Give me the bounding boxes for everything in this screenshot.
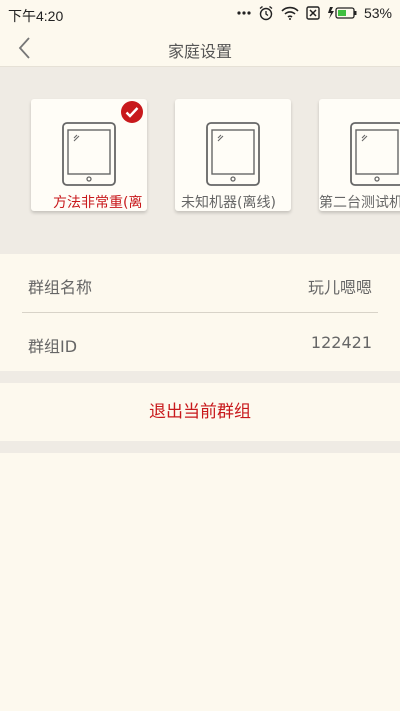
group-id-row: 群组ID 122421 (22, 313, 378, 371)
device-name: 第二台测试机 (319, 195, 400, 211)
status-bar: 下午4:20 53% (0, 0, 400, 30)
device-card[interactable]: 未知机器(离线) (175, 99, 291, 211)
device-card[interactable]: 第二台测试机 (319, 99, 400, 211)
wifi-icon (281, 6, 299, 20)
group-info-section: 群组名称 玩儿嗯嗯 群组ID 122421 (0, 254, 400, 371)
section-separator (0, 371, 400, 383)
group-name-value: 玩儿嗯嗯 (307, 278, 372, 297)
device-name: 方法非常重(离 (53, 195, 143, 211)
nav-bar: 家庭设置 (0, 30, 400, 67)
status-time: 下午4:20 (8, 8, 64, 24)
alarm-clock-icon (258, 5, 274, 21)
group-name-row: 群组名称 玩儿嗯嗯 (22, 254, 378, 312)
page-title: 家庭设置 (167, 42, 232, 61)
device-list[interactable]: 方法非常重(离 未知机器(离线) 第二台测试机 (0, 67, 400, 254)
battery-icon (327, 6, 357, 20)
group-id-label: 群组ID (28, 337, 78, 356)
tablet-icon (350, 122, 400, 186)
no-sim-icon (306, 6, 320, 20)
leave-group-button[interactable]: 退出当前群组 (0, 383, 400, 441)
section-separator (0, 441, 400, 453)
more-dots-icon (237, 10, 251, 16)
tablet-icon (206, 122, 260, 186)
checkmark-icon (121, 101, 143, 123)
battery-percent: 53% (363, 5, 392, 21)
device-name: 未知机器(离线) (181, 195, 276, 211)
group-id-value: 122421 (310, 333, 372, 352)
group-name-label: 群组名称 (28, 278, 93, 297)
tablet-icon (62, 122, 116, 186)
status-icons: 53% (237, 5, 392, 21)
